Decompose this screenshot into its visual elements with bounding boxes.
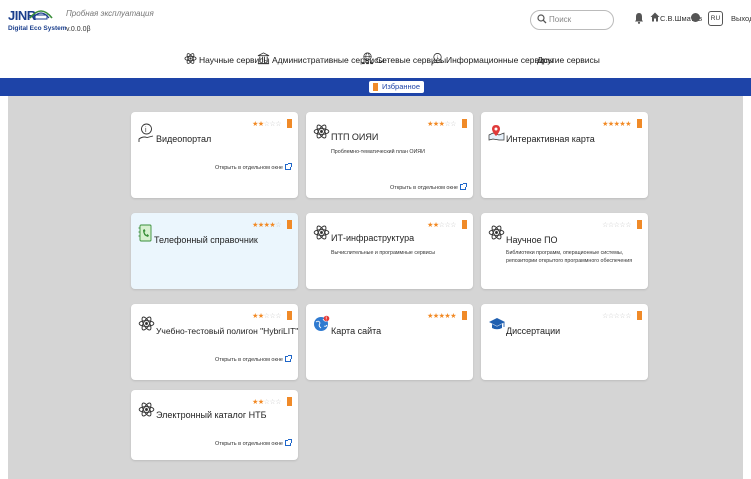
card-title: Электронный каталог НТБ bbox=[156, 410, 267, 420]
rating-stars[interactable]: ★★☆☆☆ bbox=[252, 120, 281, 128]
service-card-interactive-map[interactable]: Интерактивная карта ★★★★★ bbox=[481, 112, 648, 198]
search-placeholder: Поиск bbox=[549, 15, 572, 24]
atom-icon bbox=[488, 225, 505, 240]
atom-icon bbox=[138, 402, 155, 417]
atom-icon bbox=[313, 225, 330, 240]
external-link-icon bbox=[285, 163, 292, 170]
service-card-ntb-catalog[interactable]: Электронный каталог НТБ ★★☆☆☆ Открыть в … bbox=[131, 390, 298, 460]
service-card-sitemap[interactable]: ! Карта сайта ★★★★★ bbox=[306, 304, 473, 380]
logout-link[interactable]: Выход bbox=[731, 14, 751, 23]
rating-stars[interactable]: ★★★★★ bbox=[427, 312, 456, 320]
service-card-dissertations[interactable]: Диссертации ☆☆☆☆☆ bbox=[481, 304, 648, 380]
nav-label: Другие сервисы bbox=[537, 55, 600, 65]
atom-icon bbox=[313, 124, 330, 139]
tab-favorites[interactable]: Избранное bbox=[369, 81, 425, 93]
card-title: Телефонный справочник bbox=[154, 235, 258, 245]
card-description: Вычислительные и программные сервисы bbox=[331, 250, 436, 256]
info-person-icon: i bbox=[431, 53, 443, 66]
bell-icon[interactable] bbox=[634, 12, 644, 24]
card-title: Учебно-тестовый полигон "HybriLIT" bbox=[156, 326, 299, 336]
rating-stars[interactable]: ☆☆☆☆☆ bbox=[602, 221, 631, 229]
favorites-bar: Избранное bbox=[0, 78, 751, 96]
service-card-scientific-software[interactable]: Научное ПО Библиотеки программ, операцио… bbox=[481, 213, 648, 289]
rating-stars[interactable]: ★★★★★ bbox=[602, 120, 631, 128]
bookmark-icon[interactable] bbox=[637, 220, 642, 229]
network-icon bbox=[361, 52, 374, 65]
atom-icon bbox=[138, 316, 155, 331]
card-description: Проблемно-тематический план ОИЯИ bbox=[331, 149, 425, 155]
video-portal-icon: i bbox=[138, 123, 154, 142]
bookmark-icon[interactable] bbox=[287, 397, 292, 406]
home-icon[interactable] bbox=[650, 12, 660, 22]
tab-favorites-label: Избранное bbox=[382, 82, 421, 91]
card-title: Научное ПО bbox=[506, 235, 558, 245]
version-label: v.0.0.0β bbox=[66, 26, 91, 33]
bookmark-icon bbox=[373, 83, 378, 91]
open-new-window-link[interactable]: Открыть в отдельном окне bbox=[215, 163, 292, 171]
jinr-logo[interactable]: JINR Digital Eco System bbox=[8, 8, 67, 36]
header: JINR Digital Eco System Пробная эксплуат… bbox=[0, 0, 751, 66]
rating-stars[interactable]: ☆☆☆☆☆ bbox=[602, 312, 631, 320]
building-icon bbox=[257, 52, 270, 65]
rating-stars[interactable]: ★★★★☆ bbox=[252, 221, 281, 229]
card-title: Интерактивная карта bbox=[506, 134, 595, 144]
bookmark-icon[interactable] bbox=[637, 311, 642, 320]
service-card-hybrilit[interactable]: Учебно-тестовый полигон "HybriLIT" ★★☆☆☆… bbox=[131, 304, 298, 380]
rating-stars[interactable]: ★★★☆☆ bbox=[427, 120, 456, 128]
bookmark-icon[interactable] bbox=[287, 311, 292, 320]
rating-stars[interactable]: ★★☆☆☆ bbox=[252, 398, 281, 406]
trial-status: Пробная эксплуатация bbox=[66, 9, 154, 18]
rating-stars[interactable]: ★★☆☆☆ bbox=[252, 312, 281, 320]
service-card-phone-directory[interactable]: Телефонный справочник ★★★★☆ bbox=[131, 213, 298, 289]
search-input[interactable]: Поиск bbox=[530, 10, 614, 30]
service-card-videoportal[interactable]: i Видеопортал ★★☆☆☆ Открыть в отдельном … bbox=[131, 112, 298, 198]
logo-emblem-icon bbox=[29, 10, 53, 20]
svg-text:i: i bbox=[437, 55, 438, 61]
bookmark-icon[interactable] bbox=[462, 311, 467, 320]
user-settings-icon[interactable] bbox=[691, 13, 700, 22]
graduation-cap-icon bbox=[489, 318, 505, 330]
service-card-it-infrastructure[interactable]: ИТ-инфраструктура Вычислительные и прогр… bbox=[306, 213, 473, 289]
open-new-window-link[interactable]: Открыть в отдельном окне bbox=[390, 183, 467, 191]
card-title: Видеопортал bbox=[156, 134, 212, 144]
service-card-ptp[interactable]: ПТП ОИЯИ Проблемно-тематический план ОИЯ… bbox=[306, 112, 473, 198]
open-new-window-link[interactable]: Открыть в отдельном окне bbox=[215, 355, 292, 363]
external-link-icon bbox=[285, 439, 292, 446]
bookmark-icon[interactable] bbox=[462, 119, 467, 128]
svg-text:i: i bbox=[145, 127, 147, 134]
logo-subtitle: Digital Eco System bbox=[8, 25, 67, 32]
map-pin-icon bbox=[488, 125, 505, 141]
card-title: Диссертации bbox=[506, 326, 561, 336]
card-title: ИТ-инфраструктура bbox=[331, 233, 415, 243]
card-title: Карта сайта bbox=[331, 326, 382, 336]
globe-icon: ! bbox=[314, 315, 330, 331]
bookmark-icon[interactable] bbox=[287, 220, 292, 229]
card-description: Библиотеки программ, операционные систем… bbox=[506, 250, 633, 264]
bookmark-icon[interactable] bbox=[637, 119, 642, 128]
search-icon bbox=[537, 14, 547, 24]
language-selector[interactable]: RU bbox=[708, 11, 723, 26]
card-title: ПТП ОИЯИ bbox=[331, 132, 379, 142]
service-grid: i Видеопортал ★★☆☆☆ Открыть в отдельном … bbox=[8, 96, 743, 479]
bookmark-icon[interactable] bbox=[462, 220, 467, 229]
rating-stars[interactable]: ★★☆☆☆ bbox=[427, 221, 456, 229]
phone-book-icon bbox=[138, 224, 152, 242]
external-link-icon bbox=[460, 183, 467, 190]
external-link-icon bbox=[285, 355, 292, 362]
open-new-window-link[interactable]: Открыть в отдельном окне bbox=[215, 439, 292, 447]
bookmark-icon[interactable] bbox=[287, 119, 292, 128]
atom-icon bbox=[184, 53, 197, 64]
